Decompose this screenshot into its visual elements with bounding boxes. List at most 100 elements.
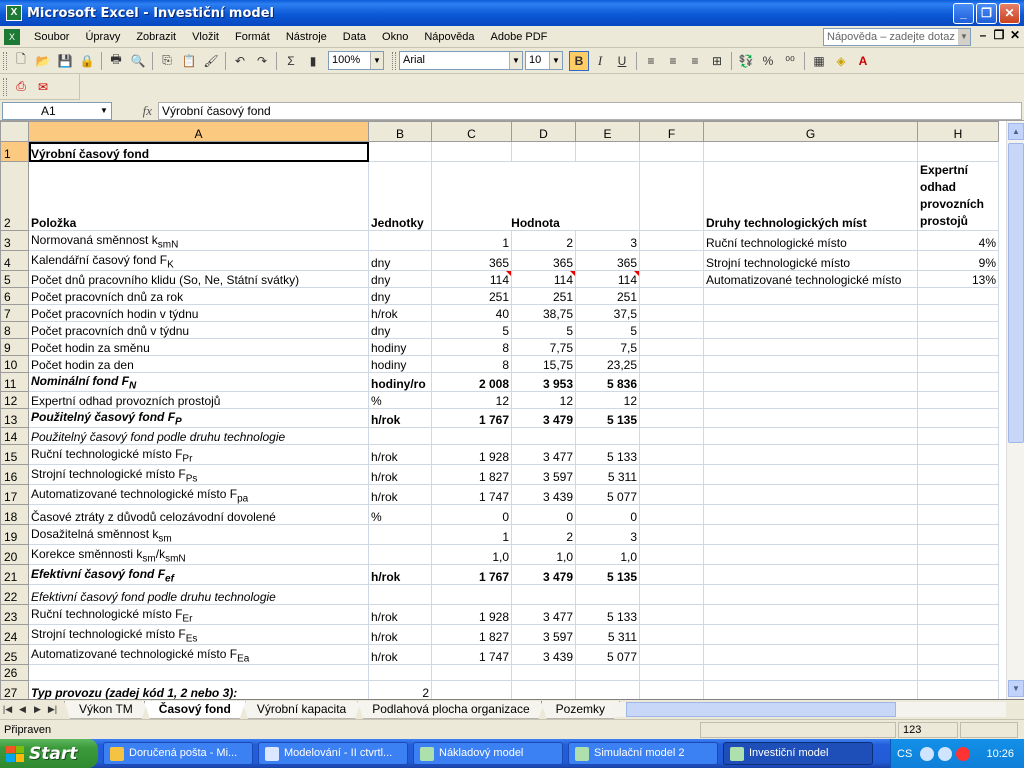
cell-B8[interactable]: dny <box>368 321 432 339</box>
formula-input[interactable]: Výrobní časový fond <box>158 101 1022 120</box>
cell-F9[interactable] <box>639 338 704 356</box>
column-header[interactable]: A <box>28 121 369 142</box>
cell-D13[interactable]: 3 479 <box>511 408 576 428</box>
cell-E5[interactable]: 114 <box>575 270 640 288</box>
cell-B10[interactable]: hodiny <box>368 355 432 373</box>
cell-C24[interactable]: 1 827 <box>431 624 512 645</box>
font-name-select[interactable]: Arial ▼ <box>399 51 523 70</box>
open-folder-icon[interactable]: 📂 <box>32 50 54 72</box>
cell-H1[interactable] <box>917 141 999 162</box>
column-header[interactable]: E <box>575 121 640 142</box>
horizontal-scrollbar[interactable] <box>610 702 1006 717</box>
cell-G17[interactable] <box>703 484 918 505</box>
cell-A27[interactable]: Typ provozu (zadej kód 1, 2 nebo 3): <box>28 680 369 699</box>
start-button[interactable]: Start <box>0 739 98 768</box>
cell-H2[interactable]: Expertní odhad provozních prostojů <box>917 161 999 231</box>
cell-C18[interactable]: 0 <box>431 504 512 525</box>
cell-G10[interactable] <box>703 355 918 373</box>
cell-D19[interactable]: 2 <box>511 524 576 545</box>
cell-B22[interactable] <box>368 584 432 605</box>
cell-C26[interactable] <box>431 664 512 681</box>
cell-B25[interactable]: h/rok <box>368 644 432 665</box>
pdf-email-icon[interactable]: ✉ <box>32 76 54 98</box>
chevron-down-icon[interactable]: ▼ <box>958 29 970 45</box>
cell-A17[interactable]: Automatizované technologické místo Fpa <box>28 484 369 505</box>
tab-pozemky[interactable]: Pozemky <box>541 701 620 719</box>
cell-A12[interactable]: Expertní odhad provozních prostojů <box>28 391 369 409</box>
cell-D15[interactable]: 3 477 <box>511 444 576 465</box>
cell-E22[interactable] <box>575 584 640 605</box>
cell-E6[interactable]: 251 <box>575 287 640 305</box>
cell-A7[interactable]: Počet pracovních hodin v týdnu <box>28 304 369 322</box>
cell-B4[interactable]: dny <box>368 250 432 271</box>
cell-D25[interactable]: 3 439 <box>511 644 576 665</box>
scroll-down-icon[interactable]: ▼ <box>1008 680 1024 697</box>
cell-G5[interactable]: Automatizované technologické místo <box>703 270 918 288</box>
row-header[interactable]: 26 <box>0 664 29 681</box>
cell-E24[interactable]: 5 311 <box>575 624 640 645</box>
cell-F8[interactable] <box>639 321 704 339</box>
cell-C13[interactable]: 1 767 <box>431 408 512 428</box>
row-header[interactable]: 16 <box>0 464 29 485</box>
cell-H16[interactable] <box>917 464 999 485</box>
row-header[interactable]: 18 <box>0 504 29 525</box>
cell-F12[interactable] <box>639 391 704 409</box>
select-all-corner[interactable] <box>0 121 29 142</box>
cell-F27[interactable] <box>639 680 704 699</box>
font-color-icon[interactable]: A <box>852 50 874 72</box>
cell-H3[interactable]: 4% <box>917 230 999 251</box>
excel-icon[interactable]: X <box>6 5 22 21</box>
cell-G14[interactable] <box>703 427 918 445</box>
column-header[interactable]: B <box>368 121 432 142</box>
cell-C25[interactable]: 1 747 <box>431 644 512 665</box>
cell-B15[interactable]: h/rok <box>368 444 432 465</box>
cell-B11[interactable]: hodiny/ro <box>368 372 432 392</box>
chevron-down-icon[interactable]: ▼ <box>97 103 111 119</box>
cell-H27[interactable] <box>917 680 999 699</box>
cell-D14[interactable] <box>511 427 576 445</box>
row-header[interactable]: 20 <box>0 544 29 565</box>
cell-D23[interactable]: 3 477 <box>511 604 576 625</box>
cell-G21[interactable] <box>703 564 918 585</box>
cell-B17[interactable]: h/rok <box>368 484 432 505</box>
cell-F18[interactable] <box>639 504 704 525</box>
close-button[interactable]: ✕ <box>999 2 1020 24</box>
row-header[interactable]: 13 <box>0 408 29 428</box>
help-icon[interactable] <box>920 746 935 761</box>
cell-C1[interactable] <box>431 141 512 162</box>
cell-H20[interactable] <box>917 544 999 565</box>
cell-H12[interactable] <box>917 391 999 409</box>
cell-F22[interactable] <box>639 584 704 605</box>
cell-A19[interactable]: Dosažitelná směnnost ksm <box>28 524 369 545</box>
cell-F2[interactable] <box>639 161 704 231</box>
cell-B9[interactable]: hodiny <box>368 338 432 356</box>
cell-E7[interactable]: 37,5 <box>575 304 640 322</box>
cell-F6[interactable] <box>639 287 704 305</box>
undo-icon[interactable]: ↶ <box>229 50 251 72</box>
tab-vykon-tm[interactable]: Výkon TM <box>64 701 148 719</box>
align-left-icon[interactable]: ≡ <box>640 50 662 72</box>
cell-E23[interactable]: 5 133 <box>575 604 640 625</box>
cell-D16[interactable]: 3 597 <box>511 464 576 485</box>
cell-H25[interactable] <box>917 644 999 665</box>
cell-B21[interactable]: h/rok <box>368 564 432 585</box>
cell-H7[interactable] <box>917 304 999 322</box>
cell-G9[interactable] <box>703 338 918 356</box>
cell-G13[interactable] <box>703 408 918 428</box>
workbook-minimize-button[interactable]: – <box>975 28 991 42</box>
cell-E19[interactable]: 3 <box>575 524 640 545</box>
format-painter-icon[interactable]: 🖌 <box>200 50 222 72</box>
cell-F21[interactable] <box>639 564 704 585</box>
cell-A1[interactable]: Výrobní časový fond <box>28 141 369 162</box>
menu-upravy[interactable]: Úpravy <box>77 27 128 47</box>
cell-D8[interactable]: 5 <box>511 321 576 339</box>
menu-format[interactable]: Formát <box>227 27 278 47</box>
network-icon[interactable] <box>938 746 953 761</box>
minimize-button[interactable]: _ <box>953 2 974 24</box>
cell-E13[interactable]: 5 135 <box>575 408 640 428</box>
cell-E14[interactable] <box>575 427 640 445</box>
cell-C4[interactable]: 365 <box>431 250 512 271</box>
cell-A2[interactable]: Položka <box>28 161 369 231</box>
cell-A9[interactable]: Počet hodin za směnu <box>28 338 369 356</box>
menu-napoveda[interactable]: Nápověda <box>416 27 482 47</box>
